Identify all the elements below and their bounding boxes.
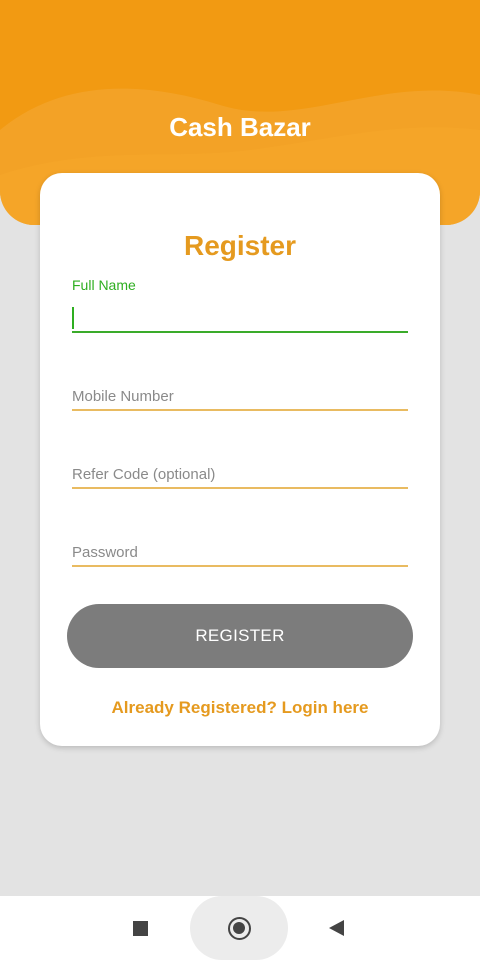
mobile-number-input[interactable] [72, 388, 408, 405]
full-name-underline [72, 331, 408, 333]
recent-apps-icon[interactable] [133, 921, 148, 936]
full-name-label: Full Name [72, 277, 136, 293]
refer-code-field[interactable] [72, 455, 408, 489]
password-input[interactable] [72, 544, 408, 561]
home-icon[interactable] [228, 917, 251, 940]
login-link[interactable]: Already Registered? Login here [40, 698, 440, 718]
mobile-number-underline [72, 409, 408, 411]
password-underline [72, 565, 408, 567]
system-navigation-bar [0, 896, 480, 960]
app-title: Cash Bazar [169, 112, 311, 142]
register-button[interactable]: REGISTER [67, 604, 413, 668]
refer-code-input[interactable] [72, 466, 408, 483]
form-title: Register [183, 230, 297, 261]
full-name-field[interactable]: Full Name [72, 277, 408, 333]
refer-code-underline [72, 487, 408, 489]
text-cursor [72, 307, 74, 329]
register-card: Register Full Name REGISTER Already Regi… [40, 173, 440, 746]
password-field[interactable] [72, 533, 408, 567]
mobile-number-field[interactable] [72, 377, 408, 411]
back-icon[interactable] [329, 920, 344, 936]
